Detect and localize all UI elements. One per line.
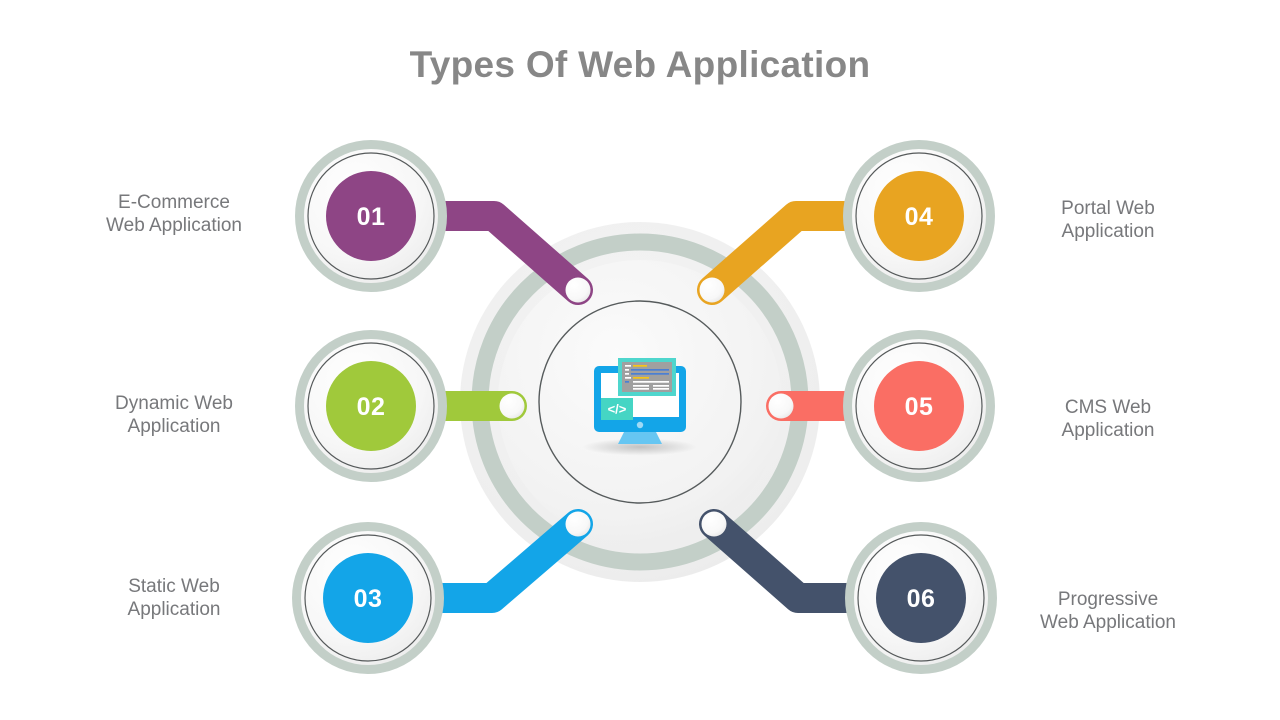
connector-06-end-dot (701, 511, 727, 537)
connector-01-end-dot (565, 277, 591, 303)
monitor-power-dot (636, 421, 644, 429)
connector-05-end-dot (768, 393, 794, 419)
node-06-label: Progressive Web Application (1040, 589, 1176, 633)
node-03-number: 03 (353, 585, 383, 613)
node-03-label: Static Web Application (127, 576, 221, 620)
node-06-number: 06 (906, 585, 936, 613)
infographic-canvas: Types Of Web Application </> 01 02 03 04… (0, 0, 1280, 720)
connector-02-end-dot (499, 393, 525, 419)
node-05-label: CMS Web Application (1061, 397, 1155, 441)
node-04-label: Portal Web Application (1061, 198, 1155, 242)
connector-04-end-dot (699, 277, 725, 303)
node-01-label: E-Commerce Web Application (106, 192, 242, 236)
code-badge-glyph: </> (608, 402, 627, 417)
node-05-number: 05 (904, 393, 934, 421)
node-02-number: 02 (356, 393, 386, 421)
node-02-label: Dynamic Web Application (115, 393, 233, 437)
node-01-number: 01 (356, 203, 386, 231)
connector-03-end-dot (565, 511, 591, 537)
node-04-number: 04 (904, 203, 934, 231)
